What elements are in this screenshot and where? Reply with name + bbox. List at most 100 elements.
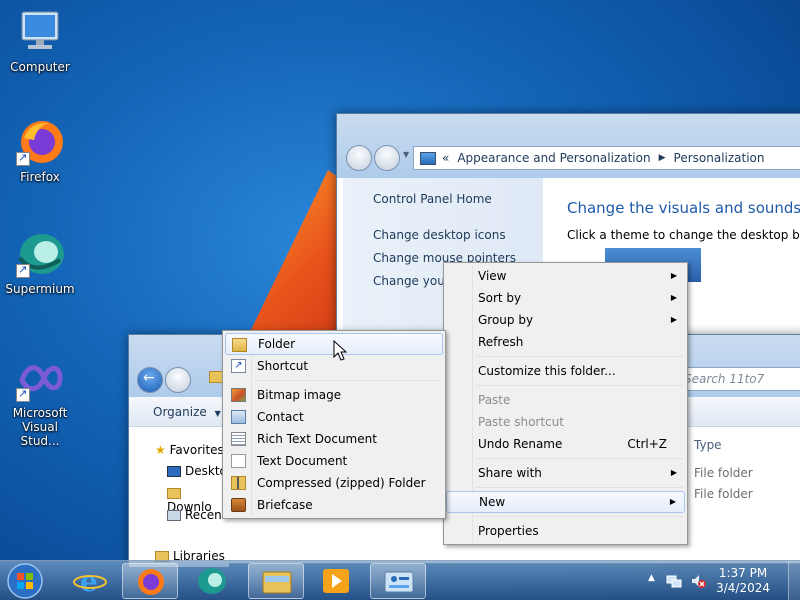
change-account-picture-link[interactable]: Change your bbox=[373, 274, 450, 288]
taskbar-media-player[interactable] bbox=[308, 563, 364, 599]
page-subtext: Click a theme to change the desktop back… bbox=[567, 228, 800, 242]
back-arrow-icon: ← bbox=[143, 370, 155, 386]
organize-button[interactable]: Organize ▼ bbox=[153, 405, 221, 419]
folder-icon bbox=[232, 338, 247, 352]
forward-button[interactable] bbox=[165, 367, 191, 393]
menu-item-paste-shortcut[interactable]: Paste shortcut bbox=[446, 411, 685, 433]
submenu-arrow-icon: ▶ bbox=[670, 271, 677, 280]
new-item-contact[interactable]: Contact bbox=[225, 406, 443, 428]
show-hidden-icons-button[interactable]: ▲ bbox=[648, 573, 655, 583]
taskbar-supermium[interactable] bbox=[184, 563, 240, 599]
taskbar-internet-explorer[interactable]: e bbox=[62, 563, 118, 599]
mouse-cursor-icon bbox=[333, 340, 348, 361]
menu-separator bbox=[255, 380, 441, 381]
nav-item-desktop[interactable]: Deskto bbox=[167, 464, 227, 478]
zip-folder-icon bbox=[231, 476, 246, 490]
back-button[interactable]: ← bbox=[137, 367, 163, 393]
volume-muted-icon[interactable] bbox=[690, 573, 706, 589]
supermium-icon bbox=[198, 568, 226, 594]
menu-item-new[interactable]: New ▶ bbox=[446, 491, 685, 513]
navigation-pane: ★ Favorites Deskto Downlo Recent Librari… bbox=[129, 427, 229, 567]
new-item-text-document[interactable]: Text Document bbox=[225, 450, 443, 472]
taskbar-windows-explorer[interactable] bbox=[248, 563, 304, 599]
recent-places-icon bbox=[167, 510, 181, 521]
contact-icon bbox=[231, 410, 246, 424]
new-item-briefcase[interactable]: Briefcase bbox=[225, 494, 443, 516]
submenu-arrow-icon: ▶ bbox=[670, 315, 677, 324]
firefox-icon bbox=[138, 569, 164, 595]
internet-explorer-icon: e bbox=[73, 565, 107, 598]
desktop-icon-label: Supermium bbox=[5, 282, 75, 296]
menu-item-view[interactable]: View ▶ bbox=[446, 265, 685, 287]
control-panel-icon bbox=[384, 571, 414, 593]
menu-item-group-by[interactable]: Group by ▶ bbox=[446, 309, 685, 331]
bitmap-icon bbox=[231, 388, 246, 402]
menu-item-paste[interactable]: Paste bbox=[446, 389, 685, 411]
page-heading: Change the visuals and sounds on bbox=[567, 199, 800, 217]
cp-home-link[interactable]: Control Panel Home bbox=[373, 192, 492, 206]
menu-separator bbox=[476, 516, 683, 517]
desktop-icon-label: Computer bbox=[10, 60, 70, 74]
row-type: File folder bbox=[694, 487, 753, 501]
taskbar-firefox[interactable] bbox=[122, 563, 178, 599]
menu-item-properties[interactable]: Properties bbox=[446, 520, 685, 542]
breadcrumb-appearance[interactable]: Appearance and Personalization bbox=[457, 151, 650, 165]
star-icon: ★ bbox=[155, 443, 166, 457]
breadcrumb-personalization[interactable]: Personalization bbox=[674, 151, 765, 165]
context-menu: View ▶ Sort by ▶ Group by ▶ Refresh Customi… bbox=[443, 262, 688, 545]
submenu-arrow-icon: ▶ bbox=[670, 293, 677, 302]
computer-icon bbox=[14, 8, 66, 56]
breadcrumb-separator-icon[interactable]: ▶ bbox=[659, 153, 666, 163]
desktop-icon-computer[interactable]: Computer bbox=[2, 8, 78, 74]
shortcut-overlay-icon bbox=[16, 151, 30, 166]
desktop-icon-supermium[interactable]: Supermium bbox=[2, 230, 78, 296]
desktop-icon-visual-studio[interactable]: Microsoft Visual Stud... bbox=[2, 354, 78, 448]
network-icon[interactable] bbox=[666, 573, 682, 589]
shortcut-overlay-icon bbox=[16, 387, 30, 402]
row-type: File folder bbox=[694, 466, 753, 480]
new-item-zip-folder[interactable]: Compressed (zipped) Folder bbox=[225, 472, 443, 494]
text-document-icon bbox=[231, 454, 246, 468]
breadcrumb-overflow[interactable]: « bbox=[442, 151, 449, 165]
menu-separator bbox=[476, 458, 683, 459]
clock-time: 1:37 PM bbox=[718, 566, 768, 580]
media-player-icon bbox=[323, 569, 349, 593]
desktop-icon-firefox[interactable]: Firefox bbox=[2, 118, 78, 184]
svg-text:e: e bbox=[80, 565, 98, 598]
new-item-bitmap[interactable]: Bitmap image bbox=[225, 384, 443, 406]
menu-separator bbox=[476, 487, 683, 488]
search-input[interactable]: Search 11to7 bbox=[677, 367, 800, 391]
shortcut-key: Ctrl+Z bbox=[627, 437, 667, 451]
change-desktop-icons-link[interactable]: Change desktop icons bbox=[373, 228, 506, 242]
new-item-rtf[interactable]: Rich Text Document bbox=[225, 428, 443, 450]
menu-item-customize-folder[interactable]: Customize this folder... bbox=[446, 360, 685, 382]
nav-item-recent[interactable]: Recent bbox=[167, 508, 226, 522]
taskbar-control-panel[interactable] bbox=[370, 563, 426, 599]
menu-item-undo-rename[interactable]: Undo Rename Ctrl+Z bbox=[446, 433, 685, 455]
search-placeholder: Search 11to7 bbox=[684, 372, 765, 386]
forward-button[interactable] bbox=[374, 145, 400, 171]
show-desktop-button[interactable] bbox=[788, 561, 800, 600]
clock-date: 3/4/2024 bbox=[716, 581, 770, 595]
desktop-icon bbox=[167, 466, 181, 477]
dropdown-arrow-icon: ▼ bbox=[214, 409, 221, 418]
control-panel-icon bbox=[420, 151, 436, 165]
system-clock[interactable]: 1:37 PM 3/4/2024 bbox=[716, 566, 770, 596]
menu-item-share-with[interactable]: Share with ▶ bbox=[446, 462, 685, 484]
windows-start-orb-icon bbox=[7, 563, 43, 599]
column-header-type[interactable]: Type bbox=[694, 438, 722, 452]
windows-explorer-icon bbox=[262, 571, 292, 594]
address-bar[interactable]: « Appearance and Personalization ▶ Perso… bbox=[413, 146, 800, 170]
favorites-item[interactable]: ★ Favorites bbox=[155, 443, 224, 457]
menu-item-refresh[interactable]: Refresh bbox=[446, 331, 685, 353]
submenu-arrow-icon: ▶ bbox=[669, 497, 676, 506]
folder-icon bbox=[209, 371, 223, 383]
menu-separator bbox=[476, 385, 683, 386]
back-button[interactable] bbox=[346, 145, 372, 171]
shortcut-icon: ↗ bbox=[231, 359, 246, 373]
desktop-icon-label: Microsoft Visual Stud... bbox=[12, 406, 68, 448]
start-button[interactable] bbox=[5, 562, 45, 600]
recent-pages-chevron-icon[interactable]: ▼ bbox=[403, 150, 409, 159]
rtf-icon bbox=[231, 432, 246, 446]
menu-item-sort-by[interactable]: Sort by ▶ bbox=[446, 287, 685, 309]
